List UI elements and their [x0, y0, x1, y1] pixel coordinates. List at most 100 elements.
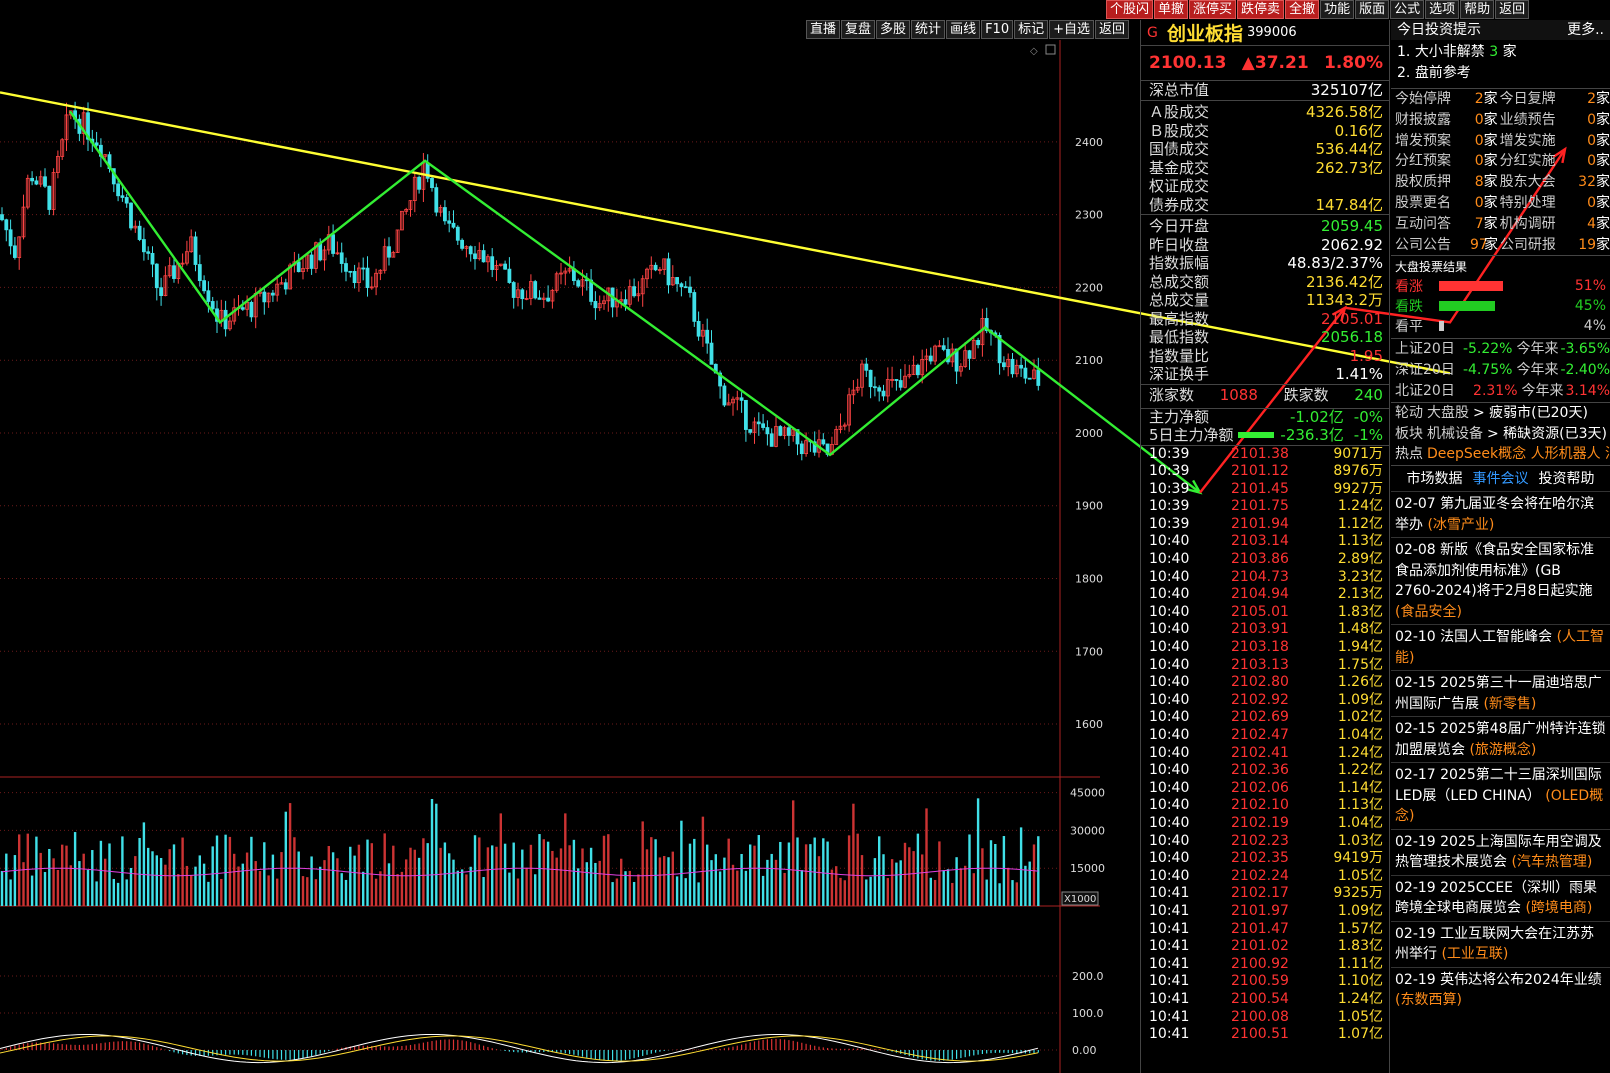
- chart-tool-1[interactable]: 复盘: [841, 20, 876, 39]
- price-tick: 2200: [1075, 281, 1103, 294]
- top-btn-1[interactable]: 单撤: [1154, 0, 1189, 19]
- top-btn-5[interactable]: 功能: [1320, 0, 1355, 19]
- tick-time: 10:40: [1149, 744, 1190, 761]
- volume-bar: [228, 836, 232, 906]
- volume-bar: [998, 883, 1001, 906]
- candle-body: [916, 364, 920, 376]
- chart-tool-7[interactable]: +自选: [1049, 20, 1095, 39]
- event-row[interactable]: 互动问答 7 家机构调研 4 家: [1391, 214, 1610, 235]
- vote-row[interactable]: 看涨 51%: [1395, 276, 1606, 296]
- event-row[interactable]: 增发预案 0 家增发实施 0 家: [1391, 131, 1610, 152]
- top-btn-6[interactable]: 版面: [1355, 0, 1390, 19]
- tick-row: 10:40 2104.73 3.23亿: [1141, 569, 1389, 587]
- candle-body: [533, 281, 538, 299]
- chart-tool-0[interactable]: 直播: [806, 20, 841, 39]
- event-count: 0: [1474, 194, 1484, 211]
- chart-tool-8[interactable]: 返回: [1095, 20, 1130, 39]
- news-item[interactable]: 02-10 法国人工智能峰会 (人工智能): [1391, 624, 1610, 670]
- chart-tool-6[interactable]: 标记: [1014, 20, 1049, 39]
- top-btn-7[interactable]: 公式: [1390, 0, 1425, 19]
- volume-bar: [95, 881, 98, 906]
- news-item[interactable]: 02-19 工业互联网大会在江苏苏州举行 (工业互联): [1391, 920, 1610, 967]
- more-link[interactable]: 更多..: [1567, 20, 1604, 40]
- tip-item[interactable]: 2. 盘前参考: [1397, 63, 1610, 84]
- tick-time: 10:41: [1149, 1008, 1190, 1025]
- event-row[interactable]: 股权质押 8 家股东大会 32 家: [1391, 172, 1610, 193]
- top-btn-8[interactable]: 选项: [1425, 0, 1460, 19]
- hot-topics[interactable]: DeepSeek概念 人形机器人 消: [1427, 444, 1610, 465]
- market-cap: 325107亿: [1310, 81, 1383, 100]
- top-btn-10[interactable]: 返回: [1495, 0, 1530, 19]
- candle-body: [137, 225, 142, 240]
- chart-tool-4[interactable]: 画线: [946, 20, 981, 39]
- candle-body: [679, 283, 684, 288]
- news-item[interactable]: 02-07 第九届亚冬会将在哈尔滨举办 (冰雪产业): [1391, 491, 1610, 537]
- rotation-row[interactable]: 板块 机械设备 > 稀缺资源(已3天): [1391, 424, 1610, 445]
- volume-bar: [525, 867, 528, 906]
- volume-bar: [121, 836, 124, 906]
- tick-price: 2103.13: [1231, 656, 1289, 673]
- news-item[interactable]: 02-15 2025第48届广州特许连锁加盟展览会 (旅游概念): [1391, 716, 1610, 762]
- volume-bar: [860, 855, 864, 906]
- news-tab-2[interactable]: 投资帮助: [1539, 466, 1595, 491]
- volume-bar: [908, 847, 911, 906]
- volume-bar: [43, 872, 47, 906]
- volume-bar: [215, 835, 219, 906]
- volume-bar: [766, 859, 769, 906]
- vote-row[interactable]: 看跌 45%: [1395, 296, 1606, 316]
- candle-body: [481, 250, 486, 263]
- news-tab-1[interactable]: 事件会议: [1473, 466, 1529, 491]
- news-item[interactable]: 02-19 英伟达将公布2024年业绩 (东数西算): [1391, 966, 1610, 1013]
- volume-bar: [413, 849, 416, 906]
- volume-bar: [916, 833, 920, 906]
- event-row[interactable]: 今始停牌 2 家今日复牌 2 家: [1391, 89, 1610, 110]
- news-item[interactable]: 02-19 2025CCEE（深圳）雨果跨境全球电商展览会 (跨境电商): [1391, 874, 1610, 921]
- candle-body: [124, 197, 129, 204]
- candle-body: [352, 271, 357, 284]
- stat-value: 1.41%: [1335, 365, 1383, 383]
- top-btn-4[interactable]: 全撤: [1285, 0, 1320, 19]
- top-btn-2[interactable]: 涨停买: [1189, 0, 1237, 19]
- vote-bar: [1439, 301, 1496, 312]
- volume-bar: [147, 847, 150, 906]
- top-btn-0[interactable]: 个股闪: [1106, 0, 1154, 19]
- event-count: 2: [1474, 91, 1484, 107]
- candlestick-chart[interactable]: 2400230022002100200019001800170016004500…: [0, 40, 1567, 1073]
- volume-bar: [792, 800, 795, 906]
- vote-row[interactable]: 看平 4%: [1395, 316, 1606, 336]
- zigzag-line[interactable]: [69, 110, 1201, 494]
- volume-bar: [723, 857, 726, 906]
- tip-item[interactable]: 1. 大小非解禁 3 家: [1397, 42, 1610, 63]
- news-item[interactable]: 02-17 2025第二十三届深圳国际LED展（LED CHINA） (OLED…: [1391, 762, 1610, 829]
- window-icon[interactable]: [1045, 44, 1056, 55]
- candle-body: [666, 258, 671, 286]
- volume-bar: [267, 875, 270, 906]
- chart-tool-2[interactable]: 多股: [876, 20, 911, 39]
- candle-body: [787, 427, 791, 436]
- perf-ytd: 3.14%: [1565, 382, 1610, 399]
- event-row[interactable]: 财报披露 0 家业绩预告 0 家: [1391, 110, 1610, 131]
- stat-label: 指数振幅: [1149, 254, 1210, 272]
- top-btn-3[interactable]: 跌停卖: [1237, 0, 1285, 19]
- stat-value: 2062.92: [1320, 235, 1383, 254]
- diamond-icon[interactable]: ◇: [1030, 46, 1038, 57]
- event-row[interactable]: 股票更名 0 家特别处理 0 家: [1391, 193, 1610, 214]
- rotation-row[interactable]: 轮动 大盘股 > 疲弱市(已20天): [1391, 403, 1610, 424]
- volume-bar: [202, 863, 206, 906]
- candle-body: [206, 290, 211, 302]
- volume-bar: [817, 856, 821, 906]
- tick-row: 10:40 2102.92 1.09亿: [1141, 692, 1389, 710]
- event-row[interactable]: 分红预案 0 家分红实施 0 家: [1391, 151, 1610, 172]
- rotation-sector: 机械设备: [1427, 425, 1483, 442]
- news-item[interactable]: 02-15 2025第三十一届迪培思广州国际广告展 (新零售): [1391, 670, 1610, 716]
- market-cap-label: 深总市值: [1149, 81, 1210, 100]
- top-btn-9[interactable]: 帮助: [1460, 0, 1495, 19]
- event-row[interactable]: 公司公告 97 家公司研报 19 家: [1391, 235, 1610, 256]
- chart-tool-3[interactable]: 统计: [911, 20, 946, 39]
- event-count: 0: [1474, 153, 1484, 170]
- news-item[interactable]: 02-08 新版《食品安全国家标准 食品添加剂使用标准》(GB 2760-202…: [1391, 537, 1610, 624]
- news-item[interactable]: 02-19 2025上海国际车用空调及热管理技术展览会 (汽车热管理): [1391, 828, 1610, 875]
- chart-tool-5[interactable]: F10: [981, 20, 1014, 39]
- news-tab-0[interactable]: 市场数据: [1407, 466, 1463, 491]
- volume-bar: [964, 865, 967, 906]
